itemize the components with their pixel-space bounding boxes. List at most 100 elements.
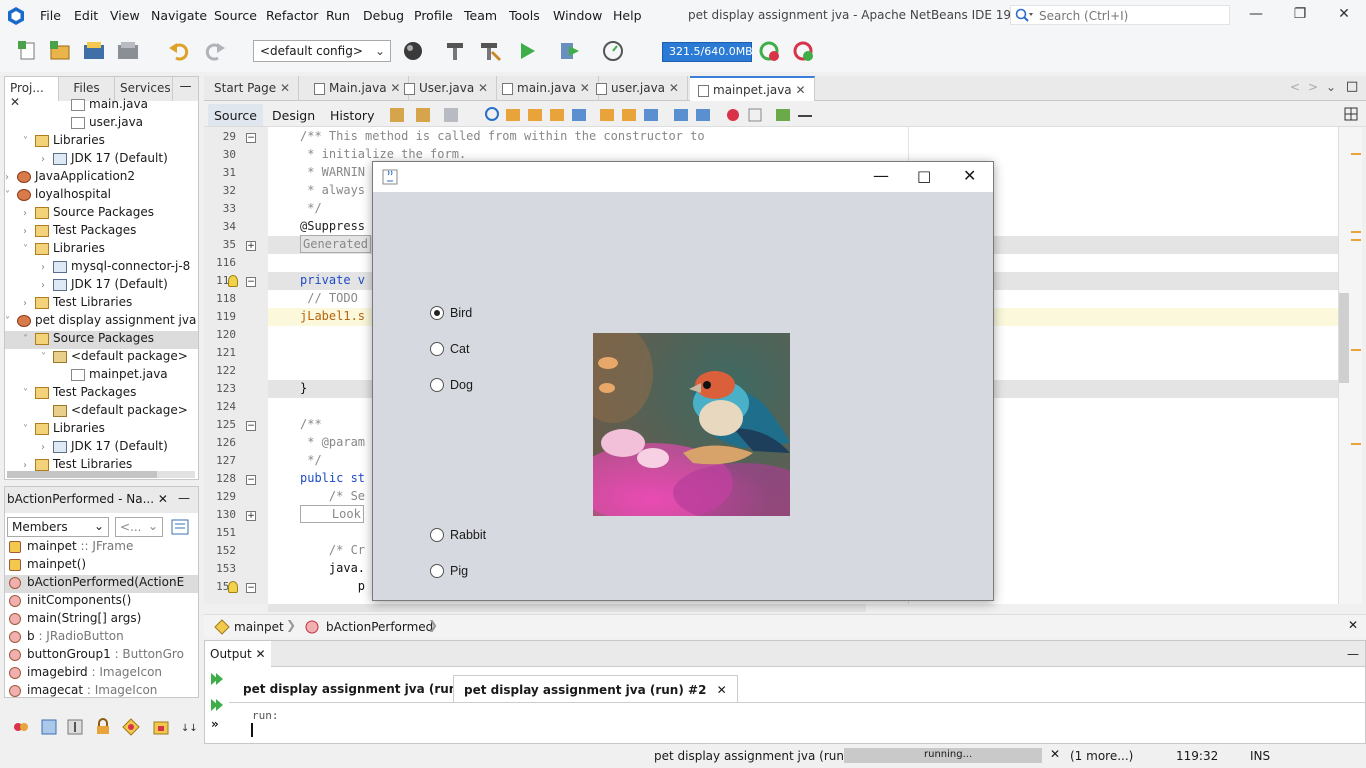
menu-navigate[interactable]: Navigate <box>151 8 207 23</box>
menu-edit[interactable]: Edit <box>74 8 98 23</box>
tree-item[interactable]: › Test Packages <box>5 223 198 241</box>
more-tasks-link[interactable]: (1 more...) <box>1070 749 1133 763</box>
menu-debug[interactable]: Debug <box>363 8 404 23</box>
tree-item[interactable]: ˅ Source Packages <box>5 331 198 349</box>
close-icon[interactable]: ✕ <box>1348 618 1358 632</box>
tab-list-dropdown-icon[interactable]: ⌄ <box>1326 80 1336 94</box>
clean-build-icon[interactable] <box>478 40 502 62</box>
close-icon[interactable]: ✕ <box>276 81 290 95</box>
close-icon[interactable]: ✕ <box>158 492 168 506</box>
tree-item[interactable]: ˅ Test Packages <box>5 385 198 403</box>
navigator-member[interactable]: main(String[] args) <box>5 611 198 629</box>
editor-tab[interactable]: User.java ✕ <box>396 76 498 101</box>
menu-help[interactable]: Help <box>613 8 642 23</box>
menu-window[interactable]: Window <box>553 8 602 23</box>
redo-icon[interactable] <box>202 40 226 62</box>
static-members-icon[interactable] <box>66 718 84 736</box>
tree-item[interactable]: › JDK 17 (Default) <box>5 277 198 295</box>
config-select[interactable]: <default config> ⌄ <box>253 40 391 62</box>
tree-item[interactable]: ˅ Libraries <box>5 241 198 259</box>
menu-file[interactable]: File <box>40 8 61 23</box>
fold-toggle-icon[interactable]: + <box>246 241 256 251</box>
tree-item[interactable]: › mysql-connector-j-8 <box>5 259 198 277</box>
tree-item[interactable]: › Test Libraries <box>5 295 198 313</box>
dialog-close-icon[interactable]: ✕ <box>963 166 976 185</box>
tree-item[interactable]: › JavaApplication2 <box>5 169 198 187</box>
editor-tab[interactable]: Start Page ✕ <box>206 76 300 101</box>
memory-usage-indicator[interactable]: 321.5/640.0MB <box>662 42 753 62</box>
radio-cat[interactable] <box>430 342 444 356</box>
collapsed-chevron-icon[interactable]: › <box>23 298 35 309</box>
navigator-member[interactable]: buttonGroup1 : ButtonGro <box>5 647 198 665</box>
menu-tools[interactable]: Tools <box>509 8 540 23</box>
radio-bird[interactable] <box>430 306 444 320</box>
expanded-chevron-icon[interactable]: ˅ <box>23 388 35 399</box>
source-mode-button[interactable]: Source <box>208 104 263 126</box>
close-icon[interactable]: ✕ <box>474 81 488 95</box>
debug-project-icon[interactable] <box>558 40 582 62</box>
radio-pig[interactable] <box>430 564 444 578</box>
design-mode-button[interactable]: Design <box>266 104 321 126</box>
rerun-with-options-icon[interactable] <box>209 697 225 713</box>
navigator-member[interactable]: mainpet() <box>5 557 198 575</box>
navigator-member[interactable]: imagebird : ImageIcon <box>5 665 198 683</box>
close-icon[interactable]: ✕ <box>717 683 727 697</box>
search-input[interactable]: Search (Ctrl+I) <box>1010 5 1230 25</box>
minimize-window-icon[interactable]: — <box>1246 6 1266 26</box>
fold-toggle-icon[interactable]: − <box>246 583 256 593</box>
inherited-members-icon[interactable] <box>12 718 30 736</box>
navigator-member[interactable]: mainpet :: JFrame <box>5 539 198 557</box>
close-window-icon[interactable]: ✕ <box>1334 6 1354 26</box>
editor-tab[interactable]: mainpet.java ✕ <box>690 76 815 101</box>
hint-bulb-icon[interactable] <box>228 581 238 593</box>
collapsed-chevron-icon[interactable]: › <box>41 442 53 453</box>
collapsed-chevron-icon[interactable]: › <box>41 280 53 291</box>
lock-icon[interactable] <box>94 718 112 736</box>
fold-toggle-icon[interactable]: − <box>246 475 256 485</box>
tree-item[interactable]: › Source Packages <box>5 205 198 223</box>
collapsed-chevron-icon[interactable]: › <box>41 154 53 165</box>
output-tab-run-2[interactable]: pet display assignment jva (run) #2 ✕ <box>453 675 738 703</box>
tree-item[interactable]: ˅ Libraries <box>5 133 198 151</box>
restore-window-icon[interactable]: □ <box>1346 79 1358 94</box>
collapsed-chevron-icon[interactable]: › <box>23 226 35 237</box>
tab-scroll-left-icon[interactable]: < <box>1290 80 1300 94</box>
editor-tab[interactable]: Main.java ✕ <box>306 76 410 101</box>
radio-dog[interactable] <box>430 378 444 392</box>
profile-project-icon[interactable] <box>602 40 626 62</box>
tab-output[interactable]: Output ✕ <box>205 641 271 667</box>
fold-toggle-icon[interactable]: + <box>246 511 256 521</box>
collapsed-chevron-icon[interactable]: › <box>23 208 35 219</box>
gc-gear-icon[interactable] <box>758 40 782 62</box>
tree-item[interactable]: ˅ pet display assignment jva <box>5 313 198 331</box>
horizontal-scrollbar[interactable] <box>7 471 195 478</box>
tree-item[interactable]: › JDK 17 (Default) <box>5 439 198 457</box>
tree-item[interactable]: <default package> <box>5 403 198 421</box>
breadcrumb-method[interactable]: bActionPerformed <box>326 620 433 634</box>
tab-scroll-right-icon[interactable]: > <box>1308 80 1318 94</box>
radio-rabbit[interactable] <box>430 528 444 542</box>
editor-horizontal-scrollbar[interactable] <box>268 604 866 612</box>
tree-item[interactable]: mainpet.java <box>5 367 198 385</box>
show-fields-icon[interactable] <box>40 718 58 736</box>
build-hammer-icon[interactable] <box>444 40 468 62</box>
editor-tab[interactable]: main.java ✕ <box>494 76 599 101</box>
close-icon[interactable]: ✕ <box>792 83 805 97</box>
maximize-window-icon[interactable]: ❐ <box>1290 6 1310 26</box>
radio-label-bird[interactable]: Bird <box>450 306 472 320</box>
breadcrumb-class[interactable]: mainpet <box>234 620 284 634</box>
fold-toggle-icon[interactable]: − <box>246 277 256 287</box>
expanded-chevron-icon[interactable]: ˅ <box>23 244 35 255</box>
tree-item[interactable]: ˅ loyalhospital <box>5 187 198 205</box>
minimize-panel-icon[interactable]: — <box>1347 647 1359 661</box>
fold-toggle-icon[interactable]: − <box>246 133 256 143</box>
tree-item[interactable]: › JDK 17 (Default) <box>5 151 198 169</box>
tree-item[interactable]: main.java <box>5 97 198 115</box>
new-project-icon[interactable] <box>48 40 72 62</box>
rerun-icon[interactable] <box>209 671 225 687</box>
minimize-panel-icon[interactable]: — <box>178 491 190 505</box>
history-mode-button[interactable]: History <box>324 104 380 126</box>
close-icon[interactable]: ✕ <box>256 647 266 661</box>
more-actions-icon[interactable]: » <box>211 717 219 731</box>
close-icon[interactable]: ✕ <box>665 81 679 95</box>
